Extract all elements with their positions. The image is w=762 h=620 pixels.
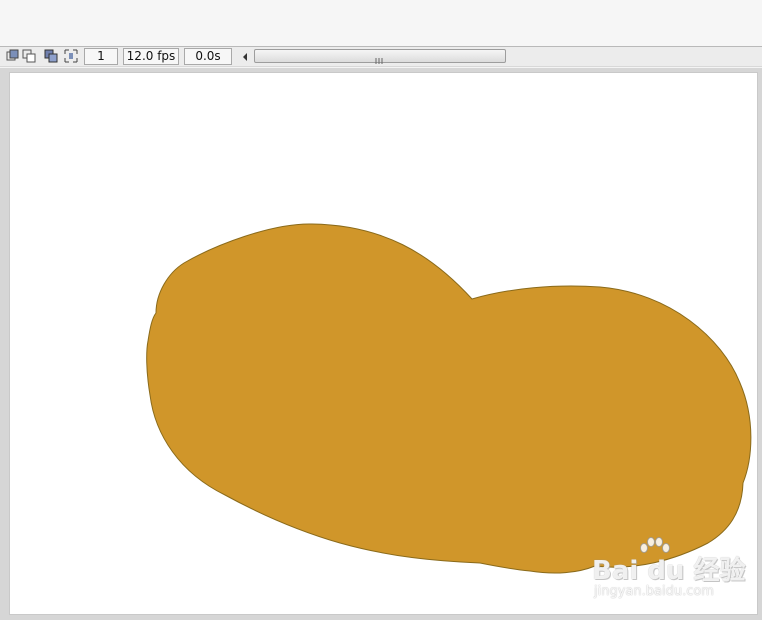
watermark-url: jingyan.baidu.com (594, 584, 714, 599)
timeline-status-bar: 1 12.0 fps 0.0s (0, 46, 762, 67)
stage-pasteboard: Bai du 经验 jingyan.baidu.com (0, 68, 762, 620)
frame-rate-readout[interactable]: 12.0 fps (123, 48, 179, 65)
flash-editor-window: 1 12.0 fps 0.0s Bai du 经验 jingyan.baidu.… (0, 0, 762, 620)
scrollbar-grip-icon[interactable] (375, 52, 383, 64)
onion-skin-icon[interactable] (22, 49, 36, 63)
drawn-shape[interactable] (10, 73, 757, 614)
scroll-left-arrow-icon[interactable] (238, 48, 252, 65)
watermark-logo-text: Bai du 经验 (592, 556, 746, 586)
edit-multiple-frames-icon[interactable] (64, 49, 78, 63)
stage-canvas[interactable]: Bai du 经验 jingyan.baidu.com (10, 73, 757, 614)
onion-skin-outlines-icon[interactable] (44, 49, 58, 63)
timeline-layers-area (0, 0, 762, 46)
baidu-watermark: Bai du 经验 jingyan.baidu.com (582, 537, 752, 607)
center-frame-icon[interactable] (6, 49, 20, 63)
elapsed-time-readout: 0.0s (184, 48, 232, 65)
current-frame-readout: 1 (84, 48, 118, 65)
timeline-horizontal-scrollbar[interactable] (254, 49, 506, 64)
